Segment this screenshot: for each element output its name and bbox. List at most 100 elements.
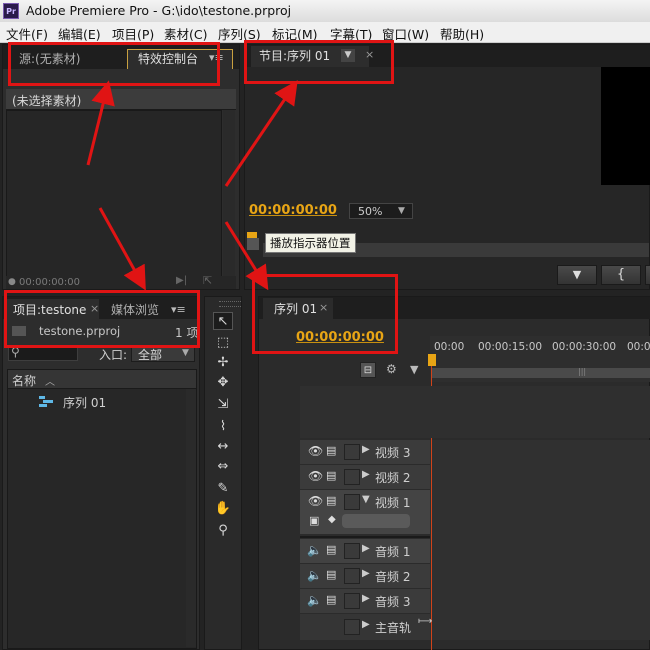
sequence-icon [39, 394, 53, 408]
menu-file[interactable]: 文件(F) [6, 24, 48, 43]
marker-icon: ▼ [572, 268, 582, 281]
work-area-bar[interactable] [432, 368, 650, 378]
add-marker-button[interactable]: ▼ [557, 265, 597, 285]
sync-lock-icon[interactable]: ▤ [326, 593, 336, 606]
master-meter-icon: ⟼ [418, 616, 433, 627]
play-only-icon[interactable]: ▶| [176, 275, 187, 286]
keyframe-icon[interactable]: ◆ [328, 514, 336, 525]
toggle-track-output-icon[interactable]: 👁 [308, 494, 323, 508]
sync-lock-icon[interactable]: ▤ [326, 494, 336, 507]
track-label: 视频 2 [375, 471, 411, 485]
entry-label: 入口: [99, 348, 128, 362]
menu-edit[interactable]: 编辑(E) [58, 24, 101, 43]
mark-in-icon: { [616, 267, 626, 282]
expand-track-icon[interactable]: ▶ [362, 469, 370, 480]
collapse-track-icon[interactable]: ▼ [362, 494, 370, 505]
expand-track-icon[interactable]: ▶ [362, 444, 370, 455]
track-label: 音频 2 [375, 570, 411, 584]
zoom-tool-icon[interactable]: ⚲ [213, 522, 233, 540]
sort-asc-icon: ︿ [45, 377, 55, 388]
project-scrollbar[interactable] [186, 389, 196, 647]
toggle-track-output-icon[interactable]: 👁 [308, 469, 323, 483]
track-label: 视频 3 [375, 446, 411, 460]
work-area-grip: ||| [578, 367, 587, 376]
annotation-box-source [8, 42, 220, 86]
premiere-app-icon: Pr [3, 3, 19, 19]
menu-help[interactable]: 帮助(H) [440, 24, 484, 43]
keyframe-navigator[interactable] [342, 514, 410, 528]
slip-tool-icon[interactable]: ↔ [213, 438, 233, 456]
chevron-down-icon: ▼ [182, 348, 189, 358]
lock-track-toggle[interactable] [344, 593, 360, 609]
sync-lock-icon[interactable]: ▤ [326, 543, 336, 556]
track-content-area[interactable] [430, 440, 650, 640]
lock-track-toggle[interactable] [344, 568, 360, 584]
annotation-box-project [4, 290, 200, 348]
rolling-edit-tool-icon[interactable]: ✥ [213, 374, 233, 392]
rate-stretch-tool-icon[interactable]: ⇲ [213, 396, 233, 414]
menu-clip[interactable]: 素材(C) [164, 24, 207, 43]
panel-grip [219, 301, 241, 307]
lock-track-toggle[interactable] [344, 543, 360, 559]
set-encore-marker-icon[interactable]: ⚙ [386, 362, 397, 376]
add-marker-icon[interactable]: ▼ [410, 363, 418, 376]
expand-track-icon[interactable]: ▶ [362, 568, 370, 579]
ripple-edit-tool-icon[interactable]: ✢ [213, 354, 233, 372]
list-item-label: 序列 01 [63, 396, 107, 410]
zoom-value: 50% [358, 205, 383, 218]
toggle-track-output-icon[interactable]: 👁 [308, 444, 323, 458]
list-item[interactable]: 序列 01 [9, 391, 185, 413]
expand-track-icon[interactable]: ▶ [362, 619, 370, 630]
zoom-select[interactable]: 50% ▼ [349, 203, 413, 219]
slide-tool-icon[interactable]: ⇔ [213, 458, 233, 476]
lock-track-toggle[interactable] [344, 494, 360, 510]
program-playhead-timecode[interactable]: 00:00:00:00 [249, 203, 337, 218]
snap-icon[interactable]: ⊟ [360, 362, 376, 378]
track-label: 音频 1 [375, 545, 411, 559]
title-bar: Pr Adobe Premiere Pro - G:\ido\testone.p… [0, 0, 650, 22]
program-video-frame [601, 67, 650, 185]
lock-track-toggle[interactable] [344, 469, 360, 485]
menu-project[interactable]: 项目(P) [112, 24, 154, 43]
sync-lock-icon[interactable]: ▤ [326, 469, 336, 482]
playhead-marker-icon[interactable] [428, 354, 436, 366]
empty-track-area [300, 386, 650, 438]
speaker-icon[interactable]: 🔈 [307, 568, 322, 582]
annotation-box-timeline [252, 274, 398, 354]
annotation-box-program [244, 40, 394, 84]
mark-out-button[interactable] [645, 265, 650, 285]
project-panel: 项目:testone × 媒体浏览 ▾≡ testone.prproj 1 项 … [2, 296, 200, 650]
selection-tool-icon[interactable]: ↖ [213, 312, 233, 330]
track-label: 视频 1 [375, 496, 411, 510]
track-label: 音频 3 [375, 595, 411, 609]
playhead-tooltip: 播放指示器位置 [265, 233, 356, 253]
ruler-label: 00:00:15:00 [478, 341, 543, 353]
track-select-tool-icon[interactable]: ⬚ [213, 334, 233, 352]
razor-tool-icon[interactable]: ⌇ [213, 418, 233, 436]
entry-value: 全部 [138, 348, 163, 362]
export-icon[interactable]: ⇱ [203, 274, 212, 287]
hand-tool-icon[interactable]: ✋ [213, 500, 233, 518]
ruler-label: 00:00 [434, 341, 465, 353]
source-timecode: 00:00:00:00 [19, 277, 81, 288]
column-header-name[interactable]: 名称 [12, 372, 36, 389]
pen-tool-icon[interactable]: ✎ [213, 480, 233, 498]
mark-in-button[interactable]: { [601, 265, 641, 285]
window-title: Adobe Premiere Pro - G:\ido\testone.prpr… [26, 3, 292, 18]
expand-track-icon[interactable]: ▶ [362, 593, 370, 604]
no-clip-selected-label: (未选择素材) [12, 94, 82, 108]
speaker-icon[interactable]: 🔈 [307, 593, 322, 607]
project-list-header [8, 370, 196, 389]
lock-track-toggle[interactable] [344, 444, 360, 460]
effect-scrollbar[interactable] [223, 110, 235, 278]
expand-track-icon[interactable]: ▶ [362, 543, 370, 554]
display-style-icon[interactable]: ▣ [309, 514, 319, 527]
speaker-icon[interactable]: 🔈 [307, 543, 322, 557]
sync-lock-icon[interactable]: ▤ [326, 568, 336, 581]
lock-track-toggle[interactable] [344, 619, 360, 635]
in-point-handle[interactable] [247, 238, 259, 250]
ruler-label: 00:00:30:00 [552, 341, 617, 353]
zoom-chevron-icon: ▼ [398, 206, 405, 216]
source-timecode-icon: ● [8, 277, 16, 287]
sync-lock-icon[interactable]: ▤ [326, 444, 336, 457]
